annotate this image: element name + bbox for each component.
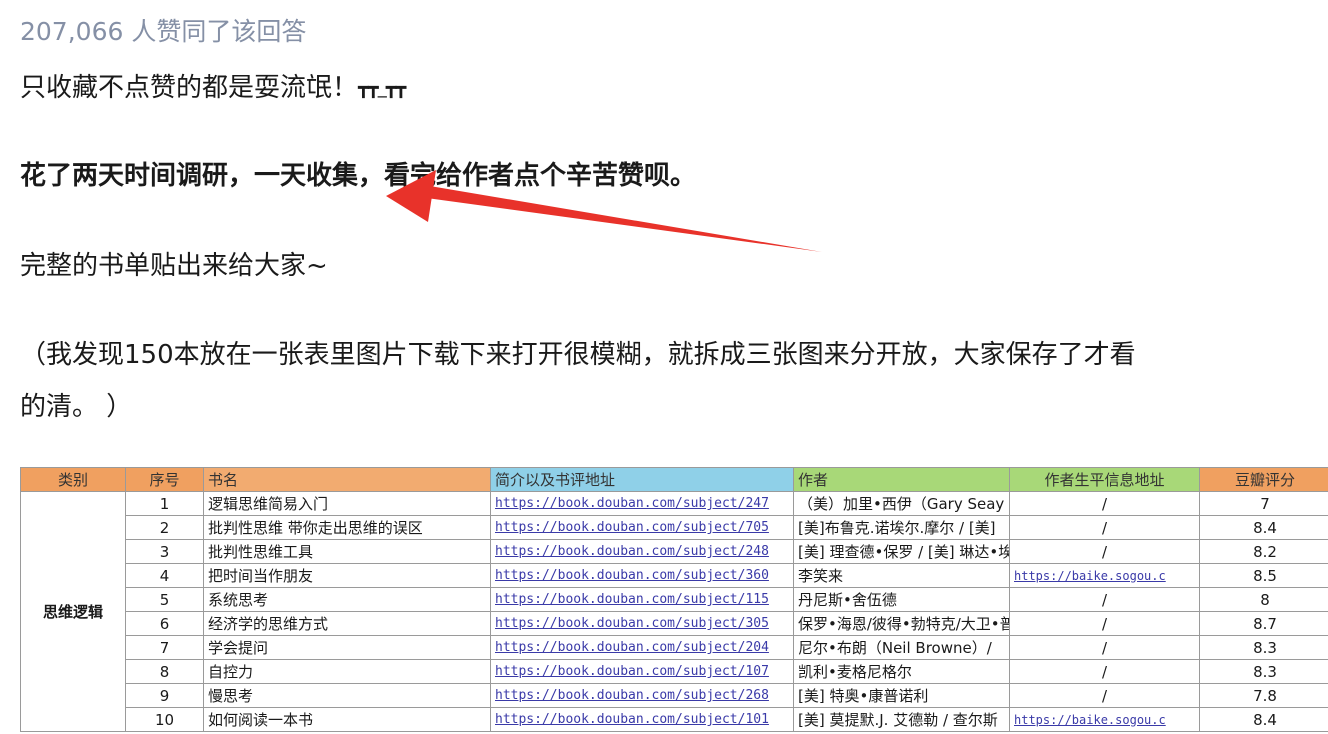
book-title: 慢思考 (203, 683, 491, 708)
header-bio: 作者生平信息地址 (1009, 467, 1200, 492)
book-author: [美] 莫提默.J. 艾德勒 / 查尔斯 (793, 707, 1010, 732)
douban-score: 7.8 (1199, 683, 1328, 708)
header-score: 豆瓣评分 (1199, 467, 1328, 492)
table-row: 10 如何阅读一本书 https://book.douban.com/subject… (21, 707, 1328, 732)
answer-paragraph-1: 只收藏不点赞的都是耍流氓！┳┳_┳┳ (20, 68, 406, 109)
book-link[interactable]: https://book.douban.com/subject/268 (490, 683, 794, 708)
row-number: 6 (125, 611, 204, 636)
book-link[interactable]: https://book.douban.com/subject/115 (490, 587, 794, 612)
header-author: 作者 (793, 467, 1010, 492)
author-bio: / (1009, 659, 1200, 684)
booklist-spreadsheet-image[interactable]: 类别 序号 书名 简介以及书评地址 作者 作者生平信息地址 豆瓣评分 思维逻辑 1… (20, 467, 1328, 734)
book-link[interactable]: https://book.douban.com/subject/101 (490, 707, 794, 732)
author-bio: / (1009, 491, 1200, 516)
douban-score: 8.3 (1199, 659, 1328, 684)
douban-score: 8.2 (1199, 539, 1328, 564)
row-number: 3 (125, 539, 204, 564)
author-bio: / (1009, 611, 1200, 636)
answer-paragraph-3: 完整的书单贴出来给大家~ (20, 251, 328, 281)
douban-score: 8.3 (1199, 635, 1328, 660)
row-number: 7 (125, 635, 204, 660)
row-number: 10 (125, 707, 204, 732)
book-link[interactable]: https://book.douban.com/subject/305 (490, 611, 794, 636)
book-title: 学会提问 (203, 635, 491, 660)
author-bio: / (1009, 539, 1200, 564)
booklist-table: 类别 序号 书名 简介以及书评地址 作者 作者生平信息地址 豆瓣评分 思维逻辑 1… (20, 467, 1328, 732)
book-link[interactable]: https://book.douban.com/subject/360 (490, 563, 794, 588)
table-row: 7 学会提问 https://book.douban.com/subject/204… (21, 635, 1328, 660)
book-author: （美）加里•西伊（Gary Seay (793, 491, 1010, 516)
book-author: 李笑来 (793, 563, 1010, 588)
book-author: [美] 理查德•保罗 / [美] 琳达•埃 (793, 539, 1010, 564)
author-bio: / (1009, 587, 1200, 612)
author-bio: / (1009, 635, 1200, 660)
douban-score: 8.7 (1199, 611, 1328, 636)
book-title: 经济学的思维方式 (203, 611, 491, 636)
row-number: 5 (125, 587, 204, 612)
table-header-row: 类别 序号 书名 简介以及书评地址 作者 作者生平信息地址 豆瓣评分 (20, 467, 1328, 492)
answer-paragraph-4-cont: 的清。 ） (20, 392, 133, 422)
table-row: 5 系统思考 https://book.douban.com/subject/115… (21, 587, 1328, 612)
answer-text: 只收藏不点赞的都是耍流氓！ (20, 73, 359, 103)
douban-score: 8.4 (1199, 707, 1328, 732)
header-title: 书名 (203, 467, 491, 492)
author-bio: / (1009, 515, 1200, 540)
book-author: 凯利•麦格尼格尔 (793, 659, 1010, 684)
book-link[interactable]: https://book.douban.com/subject/247 (490, 491, 794, 516)
book-author: [美]布鲁克.诺埃尔.摩尔 / [美] (793, 515, 1010, 540)
book-title: 把时间当作朋友 (203, 563, 491, 588)
book-title: 批判性思维 带你走出思维的误区 (203, 515, 491, 540)
book-title: 自控力 (203, 659, 491, 684)
emoticon: ┳┳_┳┳ (358, 77, 406, 99)
header-index: 序号 (125, 467, 204, 492)
table-row: 6 经济学的思维方式 https://book.douban.com/subject… (21, 611, 1328, 636)
book-author: [美] 特奥•康普诺利 (793, 683, 1010, 708)
book-title: 系统思考 (203, 587, 491, 612)
row-number: 1 (125, 491, 204, 516)
douban-score: 8.5 (1199, 563, 1328, 588)
author-bio[interactable]: https://baike.sogou.c (1009, 563, 1200, 588)
book-link[interactable]: https://book.douban.com/subject/705 (490, 515, 794, 540)
table-row: 9 慢思考 https://book.douban.com/subject/268[… (21, 683, 1328, 708)
table-row: 4 把时间当作朋友 https://book.douban.com/subject/… (21, 563, 1328, 588)
row-number: 2 (125, 515, 204, 540)
douban-score: 8.4 (1199, 515, 1328, 540)
row-number: 4 (125, 563, 204, 588)
vote-count: 207,066 人赞同了该回答 (20, 17, 307, 46)
author-bio[interactable]: https://baike.sogou.c (1009, 707, 1200, 732)
douban-score: 7 (1199, 491, 1328, 516)
answer-bold-paragraph: 花了两天时间调研，一天收集，看完给作者点个辛苦赞呗。 (20, 161, 697, 191)
book-link[interactable]: https://book.douban.com/subject/107 (490, 659, 794, 684)
row-number: 8 (125, 659, 204, 684)
category-cell: 思维逻辑 (20, 491, 126, 732)
author-bio: / (1009, 683, 1200, 708)
douban-score: 8 (1199, 587, 1328, 612)
table-row: 2 批判性思维 带你走出思维的误区 https://book.douban.com/… (21, 515, 1328, 540)
book-title: 如何阅读一本书 (203, 707, 491, 732)
row-number: 9 (125, 683, 204, 708)
header-category: 类别 (20, 467, 126, 492)
book-link[interactable]: https://book.douban.com/subject/248 (490, 539, 794, 564)
header-link: 简介以及书评地址 (490, 467, 794, 492)
book-author: 丹尼斯•舍伍德 (793, 587, 1010, 612)
book-author: 尼尔•布朗（Neil Browne）/ (793, 635, 1010, 660)
book-title: 批判性思维工具 (203, 539, 491, 564)
table-row: 8 自控力 https://book.douban.com/subject/107 凯… (21, 659, 1328, 684)
book-title: 逻辑思维简易入门 (203, 491, 491, 516)
table-row: 3 批判性思维工具 https://book.douban.com/subject/… (21, 539, 1328, 564)
book-link[interactable]: https://book.douban.com/subject/204 (490, 635, 794, 660)
book-author: 保罗•海恩/彼得•勃特克/大卫•普 (793, 611, 1010, 636)
answer-paragraph-4: （我发现150本放在一张表里图片下载下来打开很模糊，就拆成三张图来分开放，大家保… (20, 340, 1136, 370)
table-row: 思维逻辑 1 逻辑思维简易入门 https://book.douban.com/sub… (20, 491, 1328, 732)
